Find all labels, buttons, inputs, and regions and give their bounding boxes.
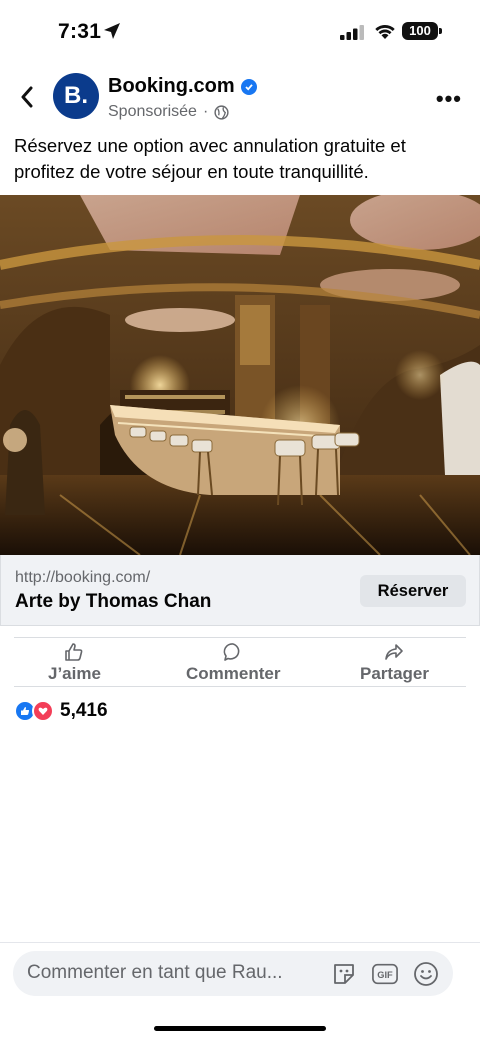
- like-label: J’aime: [48, 664, 101, 683]
- comment-label: Commenter: [186, 664, 281, 683]
- share-label: Partager: [360, 664, 429, 683]
- back-button[interactable]: [14, 84, 40, 110]
- status-time: 7:31: [58, 20, 102, 43]
- gif-icon[interactable]: GIF: [372, 961, 398, 987]
- comment-button[interactable]: Commenter: [186, 642, 280, 684]
- comment-placeholder: Commenter en tant que Rau...: [27, 962, 283, 983]
- wifi-icon: [375, 25, 395, 39]
- share-button[interactable]: Partager: [360, 642, 429, 684]
- globe-icon: [214, 104, 229, 120]
- emoji-icon[interactable]: [413, 961, 439, 987]
- like-button[interactable]: J’aime: [48, 642, 101, 684]
- reactions-summary[interactable]: 5,416: [14, 700, 108, 722]
- reaction-count: 5,416: [60, 700, 108, 721]
- link-preview[interactable]: http://booking.com/ Arte by Thomas Chan …: [0, 555, 480, 626]
- sticker-icon[interactable]: [331, 961, 357, 987]
- cellular-signal-icon: [340, 25, 364, 40]
- sponsored-label: Sponsorisée ·: [108, 103, 229, 121]
- reserve-button[interactable]: Réserver: [360, 575, 466, 607]
- comment-bubble-icon: [223, 643, 240, 661]
- comment-composer-bar: Commenter en tant que Rau... GIF: [0, 942, 480, 1041]
- love-reaction-icon: [32, 700, 54, 722]
- gif-text: GIF: [377, 970, 393, 980]
- ad-image[interactable]: [0, 195, 480, 555]
- verified-badge-icon: [240, 78, 257, 95]
- divider-bottom: [14, 686, 466, 687]
- page-name-label: Booking.com: [108, 75, 235, 97]
- thumbs-up-icon: [65, 643, 83, 661]
- home-indicator: [154, 1026, 326, 1031]
- comment-input[interactable]: Commenter en tant que Rau... GIF: [13, 951, 453, 996]
- status-bar: 7:31 100: [0, 0, 480, 64]
- post-actions: J’aime Commenter Partager: [0, 640, 480, 686]
- divider-top: [14, 637, 466, 638]
- ad-image-illustration: [0, 195, 480, 555]
- post-text: Réservez une option avec annulation grat…: [14, 135, 406, 182]
- chevron-left-icon: [21, 86, 33, 108]
- link-url: http://booking.com/: [15, 569, 151, 586]
- more-options-icon[interactable]: •••: [436, 86, 462, 112]
- separator-dot: ·: [202, 103, 209, 120]
- link-title: Arte by Thomas Chan: [15, 591, 212, 612]
- battery-indicator: 100: [402, 22, 442, 40]
- share-arrow-icon: [385, 644, 404, 660]
- post-header: B. Booking.com Sponsorisée · •••: [0, 70, 480, 126]
- location-arrow-icon: [104, 23, 120, 39]
- page-name[interactable]: Booking.com: [108, 75, 257, 98]
- page-avatar[interactable]: B.: [53, 73, 99, 119]
- sponsored-text: Sponsorisée: [108, 103, 197, 120]
